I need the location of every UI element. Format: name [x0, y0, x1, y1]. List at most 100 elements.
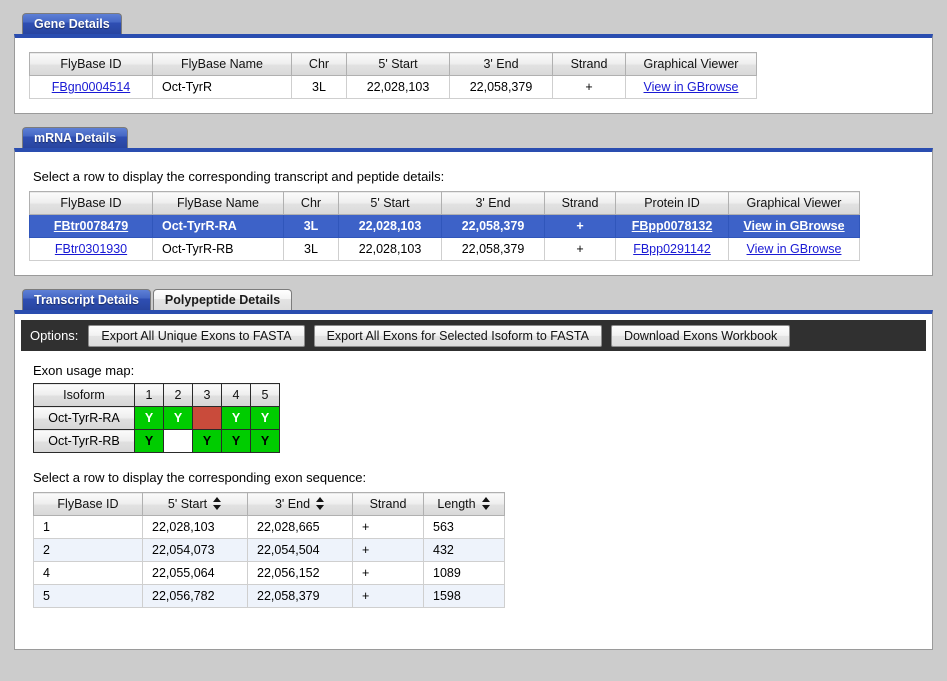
exon-map-cell[interactable]: Y	[134, 429, 164, 453]
table-row[interactable]: 5 22,056,782 22,058,379 + 1598	[33, 584, 505, 608]
exon-map-cell[interactable]: Y	[250, 406, 280, 430]
cell-exon-strand: +	[352, 515, 424, 539]
tab-transcript-details[interactable]: Transcript Details	[22, 289, 151, 310]
col-flybase-name: FlyBase Name	[152, 191, 284, 215]
cell-end: 22,058,379	[449, 75, 553, 99]
tab-polypeptide-details[interactable]: Polypeptide Details	[152, 289, 293, 310]
exon-map-row[interactable]: Oct-TyrR-RA Y Y Y Y	[33, 406, 280, 430]
cell-exon-strand: +	[352, 561, 424, 585]
transcript-flybase-id-link[interactable]: FBtr0301930	[55, 242, 127, 256]
transcript-details-panel: Options: Export All Unique Exons to FAST…	[14, 310, 933, 650]
cell-protein-id: FBpp0291142	[615, 237, 729, 261]
protein-id-link[interactable]: FBpp0291142	[633, 242, 711, 256]
options-label: Options:	[30, 328, 79, 343]
col-start: 5' Start	[346, 52, 450, 76]
cell-viewer: View in GBrowse	[728, 214, 860, 238]
exon-map-cell[interactable]	[192, 406, 222, 430]
cell-exon-end: 22,054,504	[247, 538, 353, 562]
exon-map-cell[interactable]: Y	[221, 406, 251, 430]
exon-table: FlyBase ID 5' Start 3' End Strand Length…	[33, 492, 505, 608]
exon-map-cell[interactable]: Y	[192, 429, 222, 453]
exon-usage-map-title: Exon usage map:	[33, 363, 135, 378]
cell-chr: 3L	[283, 237, 339, 261]
col-chr: Chr	[283, 191, 339, 215]
cell-flybase-name: Oct-TyrR-RA	[152, 214, 284, 238]
cell-exon-strand: +	[352, 584, 424, 608]
col-exon-start-label: 5' Start	[167, 497, 208, 511]
mrna-instruction: Select a row to display the correspondin…	[33, 169, 445, 184]
exon-number-header-5: 5	[250, 383, 280, 407]
protein-id-link[interactable]: FBpp0078132	[632, 219, 713, 233]
table-row[interactable]: 4 22,055,064 22,056,152 + 1089	[33, 561, 505, 585]
exon-map-row[interactable]: Oct-TyrR-RB Y Y Y Y	[33, 429, 280, 453]
cell-start: 22,028,103	[346, 75, 450, 99]
table-row[interactable]: 1 22,028,103 22,028,665 + 563	[33, 515, 505, 539]
options-toolbar: Options: Export All Unique Exons to FAST…	[21, 320, 926, 351]
gbrowse-link[interactable]: View in GBrowse	[747, 242, 842, 256]
cell-flybase-name: Oct-TyrR-RB	[152, 237, 284, 261]
sort-arrows-icon[interactable]	[213, 497, 222, 510]
exon-map-cell[interactable]: Y	[163, 406, 193, 430]
gene-details-section: Gene Details FlyBase ID FlyBase Name Chr…	[0, 0, 947, 114]
cell-exon-id: 2	[33, 538, 143, 562]
mrna-details-panel: Select a row to display the correspondin…	[14, 148, 933, 276]
gbrowse-link[interactable]: View in GBrowse	[644, 80, 739, 94]
col-end: 3' End	[441, 191, 545, 215]
table-header-row: FlyBase ID FlyBase Name Chr 5' Start 3' …	[29, 52, 757, 76]
cell-start: 22,028,103	[338, 214, 442, 238]
sort-arrows-icon[interactable]	[316, 497, 325, 510]
mrna-details-table: FlyBase ID FlyBase Name Chr 5' Start 3' …	[29, 191, 860, 261]
cell-flybase-id: FBgn0004514	[29, 75, 153, 99]
exon-number-header-2: 2	[163, 383, 193, 407]
exon-number-header-1: 1	[134, 383, 164, 407]
exon-usage-map-table: Isoform 1 2 3 4 5 Oct-TyrR-RA Y Y Y Y Oc…	[33, 383, 280, 453]
col-start: 5' Start	[338, 191, 442, 215]
cell-strand: +	[552, 75, 626, 99]
cell-exon-id: 1	[33, 515, 143, 539]
cell-exon-end: 22,056,152	[247, 561, 353, 585]
cell-viewer: View in GBrowse	[728, 237, 860, 261]
cell-flybase-name: Oct-TyrR	[152, 75, 292, 99]
cell-start: 22,028,103	[338, 237, 442, 261]
gbrowse-link[interactable]: View in GBrowse	[743, 219, 844, 233]
col-exon-length-label: Length	[437, 497, 476, 511]
table-row[interactable]: FBtr0078479 Oct-TyrR-RA 3L 22,028,103 22…	[29, 214, 860, 238]
table-header-row: FlyBase ID FlyBase Name Chr 5' Start 3' …	[29, 191, 860, 215]
exon-map-cell[interactable]	[163, 429, 193, 453]
col-viewer: Graphical Viewer	[728, 191, 860, 215]
col-end: 3' End	[449, 52, 553, 76]
table-row[interactable]: FBgn0004514 Oct-TyrR 3L 22,028,103 22,05…	[29, 75, 757, 99]
exon-map-cell[interactable]: Y	[221, 429, 251, 453]
exon-map-cell[interactable]: Y	[250, 429, 280, 453]
gene-flybase-id-link[interactable]: FBgn0004514	[52, 80, 131, 94]
exon-map-isoform-header: Isoform	[33, 383, 135, 407]
export-selected-isoform-exons-button[interactable]: Export All Exons for Selected Isoform to…	[313, 324, 602, 347]
col-viewer: Graphical Viewer	[625, 52, 757, 76]
mrna-details-tabstrip: mRNA Details	[14, 124, 933, 148]
gene-details-tabstrip: Gene Details	[14, 10, 933, 34]
table-row[interactable]: FBtr0301930 Oct-TyrR-RB 3L 22,028,103 22…	[29, 237, 860, 261]
cell-exon-length: 1598	[423, 584, 505, 608]
col-protein-id: Protein ID	[615, 191, 729, 215]
col-exon-start[interactable]: 5' Start	[142, 492, 248, 516]
exon-map-header-row: Isoform 1 2 3 4 5	[33, 383, 280, 407]
col-exon-flybase-id: FlyBase ID	[33, 492, 143, 516]
transcript-flybase-id-link[interactable]: FBtr0078479	[54, 219, 128, 233]
sort-arrows-icon[interactable]	[481, 497, 491, 510]
tab-gene-details[interactable]: Gene Details	[22, 13, 122, 34]
col-flybase-name: FlyBase Name	[152, 52, 292, 76]
cell-exon-length: 432	[423, 538, 505, 562]
exon-number-header-4: 4	[221, 383, 251, 407]
cell-exon-start: 22,055,064	[142, 561, 248, 585]
col-exon-length[interactable]: Length	[423, 492, 505, 516]
download-exons-workbook-button[interactable]: Download Exons Workbook	[610, 324, 791, 347]
col-exon-end[interactable]: 3' End	[247, 492, 353, 516]
exon-map-isoform-name: Oct-TyrR-RA	[33, 406, 135, 430]
export-unique-exons-button[interactable]: Export All Unique Exons to FASTA	[88, 324, 305, 347]
table-row[interactable]: 2 22,054,073 22,054,504 + 432	[33, 538, 505, 562]
tab-mrna-details[interactable]: mRNA Details	[22, 127, 129, 148]
exon-table-instruction: Select a row to display the correspondin…	[33, 470, 367, 485]
cell-strand: +	[544, 214, 616, 238]
exon-map-cell[interactable]: Y	[134, 406, 164, 430]
cell-chr: 3L	[283, 214, 339, 238]
